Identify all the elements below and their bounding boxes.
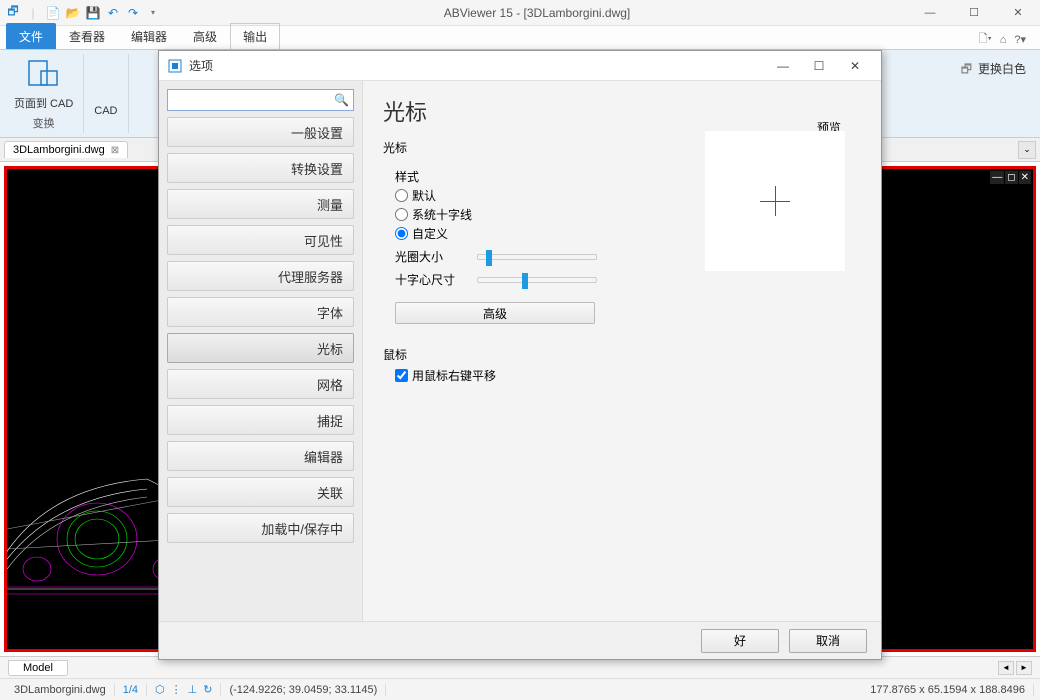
undo-icon[interactable]: ↶ bbox=[104, 4, 122, 22]
swap-color-icon[interactable]: 🗗 bbox=[961, 60, 972, 81]
ribbon-tab-viewer[interactable]: 查看器 bbox=[56, 23, 118, 49]
nav-loadsave[interactable]: 加载中/保存中 bbox=[167, 513, 354, 543]
status-icon-2[interactable]: ⋮ bbox=[171, 683, 182, 696]
search-icon[interactable]: 🔍 bbox=[334, 93, 349, 107]
nav-snap[interactable]: 捕捉 bbox=[167, 405, 354, 435]
scroll-left-icon[interactable]: ◄ bbox=[998, 661, 1014, 675]
status-icon-1[interactable]: ⬡ bbox=[155, 683, 165, 696]
window-title: ABViewer 15 - [3DLamborgini.dwg] bbox=[166, 6, 908, 20]
ribbon-tab-editor[interactable]: 编辑器 bbox=[118, 23, 180, 49]
nav-grid[interactable]: 网格 bbox=[167, 369, 354, 399]
scroll-right-icon[interactable]: ► bbox=[1016, 661, 1032, 675]
viewport-max-icon[interactable]: ◻ bbox=[1005, 171, 1017, 184]
ribbon-doc-icon[interactable]: 🗋▾ bbox=[979, 30, 992, 49]
status-file: 3DLamborgini.dwg bbox=[6, 684, 115, 696]
doc-tabs-overflow-icon[interactable]: ⌄ bbox=[1018, 141, 1036, 159]
status-coords: (-124.9226; 39.0459; 33.1145) bbox=[221, 684, 386, 696]
dialog-title: 选项 bbox=[189, 57, 213, 74]
ribbon-home-icon[interactable]: ⌂ bbox=[1000, 34, 1007, 46]
model-tab[interactable]: Model bbox=[8, 660, 68, 676]
cad-label: CAD bbox=[94, 105, 117, 117]
aperture-label: 光圈大小 bbox=[395, 248, 465, 265]
options-dialog: 选项 — ☐ ✕ 🔍 一般设置 转换设置 测量 可见性 代理服务器 字体 光标 … bbox=[158, 50, 882, 660]
dialog-icon bbox=[167, 58, 183, 74]
save-icon[interactable]: 💾 bbox=[84, 4, 102, 22]
nav-editor[interactable]: 编辑器 bbox=[167, 441, 354, 471]
mouse-group-label: 鼠标 bbox=[383, 346, 861, 363]
dialog-close-icon[interactable]: ✕ bbox=[837, 52, 873, 80]
viewport-close-icon[interactable]: ✕ bbox=[1019, 171, 1031, 184]
page-to-cad-icon[interactable] bbox=[26, 56, 62, 92]
ribbon-tab-advanced[interactable]: 高级 bbox=[180, 23, 230, 49]
cursor-preview bbox=[705, 131, 845, 271]
nav-measure[interactable]: 测量 bbox=[167, 189, 354, 219]
document-tab-close-icon[interactable]: ⊠ bbox=[111, 145, 119, 156]
ribbon-help-icon[interactable]: ?▾ bbox=[1014, 33, 1026, 46]
nav-proxy[interactable]: 代理服务器 bbox=[167, 261, 354, 291]
minimize-icon[interactable]: — bbox=[908, 0, 952, 26]
group-transform-label: 变换 bbox=[33, 115, 55, 131]
options-search-input[interactable] bbox=[172, 93, 334, 107]
dialog-minimize-icon[interactable]: — bbox=[765, 52, 801, 80]
status-page: 1/4 bbox=[115, 684, 147, 696]
status-icon-4[interactable]: ↻ bbox=[203, 683, 212, 696]
options-search[interactable]: 🔍 bbox=[167, 89, 354, 111]
qat-dropdown-icon[interactable]: ▾ bbox=[144, 4, 162, 22]
crosshair-label: 十字心尺寸 bbox=[395, 271, 465, 288]
status-dims: 177.8765 x 65.1594 x 188.8496 bbox=[862, 684, 1034, 696]
crosshair-icon bbox=[760, 186, 790, 216]
nav-assoc[interactable]: 关联 bbox=[167, 477, 354, 507]
mouse-pan-checkbox[interactable]: 用鼠标右键平移 bbox=[395, 367, 861, 384]
open-icon[interactable]: 📂 bbox=[64, 4, 82, 22]
nav-convert[interactable]: 转换设置 bbox=[167, 153, 354, 183]
page-to-cad-label: 页面到 CAD bbox=[14, 95, 73, 111]
maximize-icon[interactable]: ☐ bbox=[952, 0, 996, 26]
nav-visibility[interactable]: 可见性 bbox=[167, 225, 354, 255]
advanced-button[interactable]: 高级 bbox=[395, 302, 595, 324]
app-icon: 🗗 bbox=[4, 4, 22, 22]
crosshair-slider[interactable] bbox=[477, 277, 597, 283]
options-heading: 光标 bbox=[383, 95, 861, 127]
new-icon[interactable]: 📄 bbox=[44, 4, 62, 22]
ribbon-tab-file[interactable]: 文件 bbox=[6, 23, 56, 49]
nav-fonts[interactable]: 字体 bbox=[167, 297, 354, 327]
document-tab-label: 3DLamborgini.dwg bbox=[13, 144, 105, 156]
document-tab[interactable]: 3DLamborgini.dwg ⊠ bbox=[4, 141, 128, 158]
ribbon-tab-output[interactable]: 输出 bbox=[230, 23, 280, 49]
nav-cursor[interactable]: 光标 bbox=[167, 333, 354, 363]
close-icon[interactable]: ✕ bbox=[996, 0, 1040, 26]
dialog-maximize-icon[interactable]: ☐ bbox=[801, 52, 837, 80]
nav-general[interactable]: 一般设置 bbox=[167, 117, 354, 147]
ok-button[interactable]: 好 bbox=[701, 629, 779, 653]
status-icon-3[interactable]: ⊥ bbox=[188, 683, 198, 696]
sep-icon: | bbox=[24, 4, 42, 22]
aperture-slider[interactable] bbox=[477, 254, 597, 260]
viewport-min-icon[interactable]: — bbox=[990, 171, 1004, 184]
cancel-button[interactable]: 取消 bbox=[789, 629, 867, 653]
redo-icon[interactable]: ↷ bbox=[124, 4, 142, 22]
swap-color-label[interactable]: 更换白色 bbox=[978, 60, 1026, 77]
